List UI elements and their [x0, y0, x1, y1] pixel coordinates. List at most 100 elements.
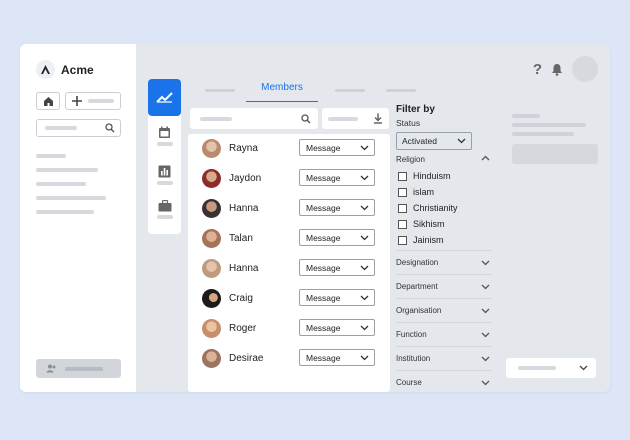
- placeholder-block: [512, 144, 598, 164]
- religion-option[interactable]: Jainism: [398, 235, 444, 245]
- rail-item-work[interactable]: [148, 200, 181, 219]
- sidebar-search-input[interactable]: [36, 119, 121, 137]
- download-icon[interactable]: [373, 113, 383, 124]
- member-search-input[interactable]: [190, 108, 318, 129]
- home-icon: [43, 96, 53, 106]
- sidebar-nav: [36, 154, 106, 214]
- top-toolbar: ?: [533, 56, 598, 82]
- member-name: Rayna: [229, 143, 258, 154]
- avatar: [202, 229, 221, 248]
- religion-section-header[interactable]: Religion: [396, 155, 492, 164]
- member-name: Desirae: [229, 353, 264, 364]
- search-icon: [301, 113, 311, 123]
- list-item: Rayna Message: [188, 134, 390, 164]
- chevron-down-icon: [457, 138, 466, 144]
- placeholder-line: [512, 114, 540, 118]
- message-select-value: Message: [306, 232, 341, 243]
- rail-item-calendar[interactable]: [148, 126, 181, 146]
- religion-option[interactable]: Christianity: [398, 203, 458, 213]
- bottom-select[interactable]: [506, 358, 596, 378]
- member-name: Roger: [229, 323, 257, 334]
- message-select[interactable]: Message: [299, 319, 375, 336]
- filter-section-label: Organisation: [396, 306, 442, 315]
- status-label: Status: [396, 118, 421, 128]
- placeholder-line: [512, 123, 586, 127]
- religion-option[interactable]: Sikhism: [398, 219, 445, 229]
- religion-option-label: Jainism: [413, 235, 444, 245]
- filter-section-label: Institution: [396, 354, 431, 363]
- checkbox[interactable]: [398, 187, 407, 197]
- filter-section-label: Department: [396, 282, 438, 291]
- rail-item-reports[interactable]: [148, 165, 181, 185]
- religion-option-label: islam: [413, 187, 435, 197]
- sidebar-item[interactable]: [36, 196, 106, 200]
- calendar-icon: [159, 126, 170, 138]
- rail-label: [156, 142, 173, 146]
- chevron-down-icon: [481, 332, 490, 337]
- religion-option[interactable]: Hinduism: [398, 171, 451, 181]
- checkbox[interactable]: [398, 171, 407, 181]
- logo[interactable]: Acme: [36, 60, 94, 79]
- filter-section-department[interactable]: Department: [396, 274, 492, 298]
- tab-placeholder[interactable]: [386, 89, 416, 92]
- member-name: Jaydon: [229, 173, 262, 184]
- chevron-down-icon: [360, 295, 369, 300]
- avatar: [202, 319, 221, 338]
- filter-section-function[interactable]: Function: [396, 322, 492, 346]
- message-select[interactable]: Message: [299, 169, 375, 186]
- chevron-down-icon: [481, 380, 490, 385]
- message-select[interactable]: Message: [299, 259, 375, 276]
- status-select[interactable]: Activated: [396, 132, 472, 150]
- checkbox[interactable]: [398, 219, 407, 229]
- religion-option-label: Hinduism: [413, 171, 451, 181]
- sidebar-item[interactable]: [36, 154, 66, 158]
- trend-icon: [156, 92, 173, 103]
- filter-section-designation[interactable]: Designation: [396, 250, 492, 274]
- checkbox[interactable]: [398, 235, 407, 245]
- sidebar-item[interactable]: [36, 168, 98, 172]
- message-select[interactable]: Message: [299, 199, 375, 216]
- add-button-placeholder: [88, 99, 114, 103]
- checkbox[interactable]: [398, 203, 407, 213]
- members-list: Rayna Message Jaydon Message Hanna Messa…: [188, 134, 390, 392]
- filter-title: Filter by: [396, 104, 435, 115]
- religion-option[interactable]: islam: [398, 187, 434, 197]
- avatar: [202, 199, 221, 218]
- avatar: [202, 289, 221, 308]
- message-select[interactable]: Message: [299, 139, 375, 156]
- member-name: Talan: [229, 233, 253, 244]
- message-select[interactable]: Message: [299, 349, 375, 366]
- chevron-down-icon: [481, 260, 490, 265]
- tab-placeholder[interactable]: [335, 89, 365, 92]
- chevron-down-icon: [481, 308, 490, 313]
- rail-item-analytics[interactable]: [148, 79, 181, 116]
- tab-placeholder[interactable]: [205, 89, 235, 92]
- message-select-value: Message: [306, 202, 341, 213]
- filter-section-course[interactable]: Course: [396, 370, 492, 392]
- icon-rail: [148, 79, 181, 234]
- acme-logo-icon: [36, 60, 55, 79]
- sidebar-item[interactable]: [36, 182, 86, 186]
- message-select-value: Message: [306, 292, 341, 303]
- chevron-down-icon: [360, 265, 369, 270]
- help-icon[interactable]: ?: [533, 61, 542, 78]
- tab-members[interactable]: Members: [246, 80, 318, 102]
- user-avatar[interactable]: [572, 56, 598, 82]
- message-select[interactable]: Message: [299, 289, 375, 306]
- add-button[interactable]: [65, 92, 121, 110]
- bell-icon[interactable]: [551, 63, 563, 76]
- chevron-down-icon: [481, 284, 490, 289]
- home-button[interactable]: [36, 92, 60, 110]
- filter-section-organisation[interactable]: Organisation: [396, 298, 492, 322]
- bar-chart-icon: [158, 165, 171, 178]
- message-select[interactable]: Message: [299, 229, 375, 246]
- download-control[interactable]: [322, 108, 389, 129]
- user-button[interactable]: [36, 359, 121, 378]
- chevron-up-icon: [481, 155, 490, 161]
- list-item: Craig Message: [188, 284, 390, 314]
- sidebar-item[interactable]: [36, 210, 94, 214]
- users-icon: [46, 364, 56, 373]
- member-name: Hanna: [229, 263, 259, 274]
- filter-section-institution[interactable]: Institution: [396, 346, 492, 370]
- filter-section-label: Course: [396, 378, 422, 387]
